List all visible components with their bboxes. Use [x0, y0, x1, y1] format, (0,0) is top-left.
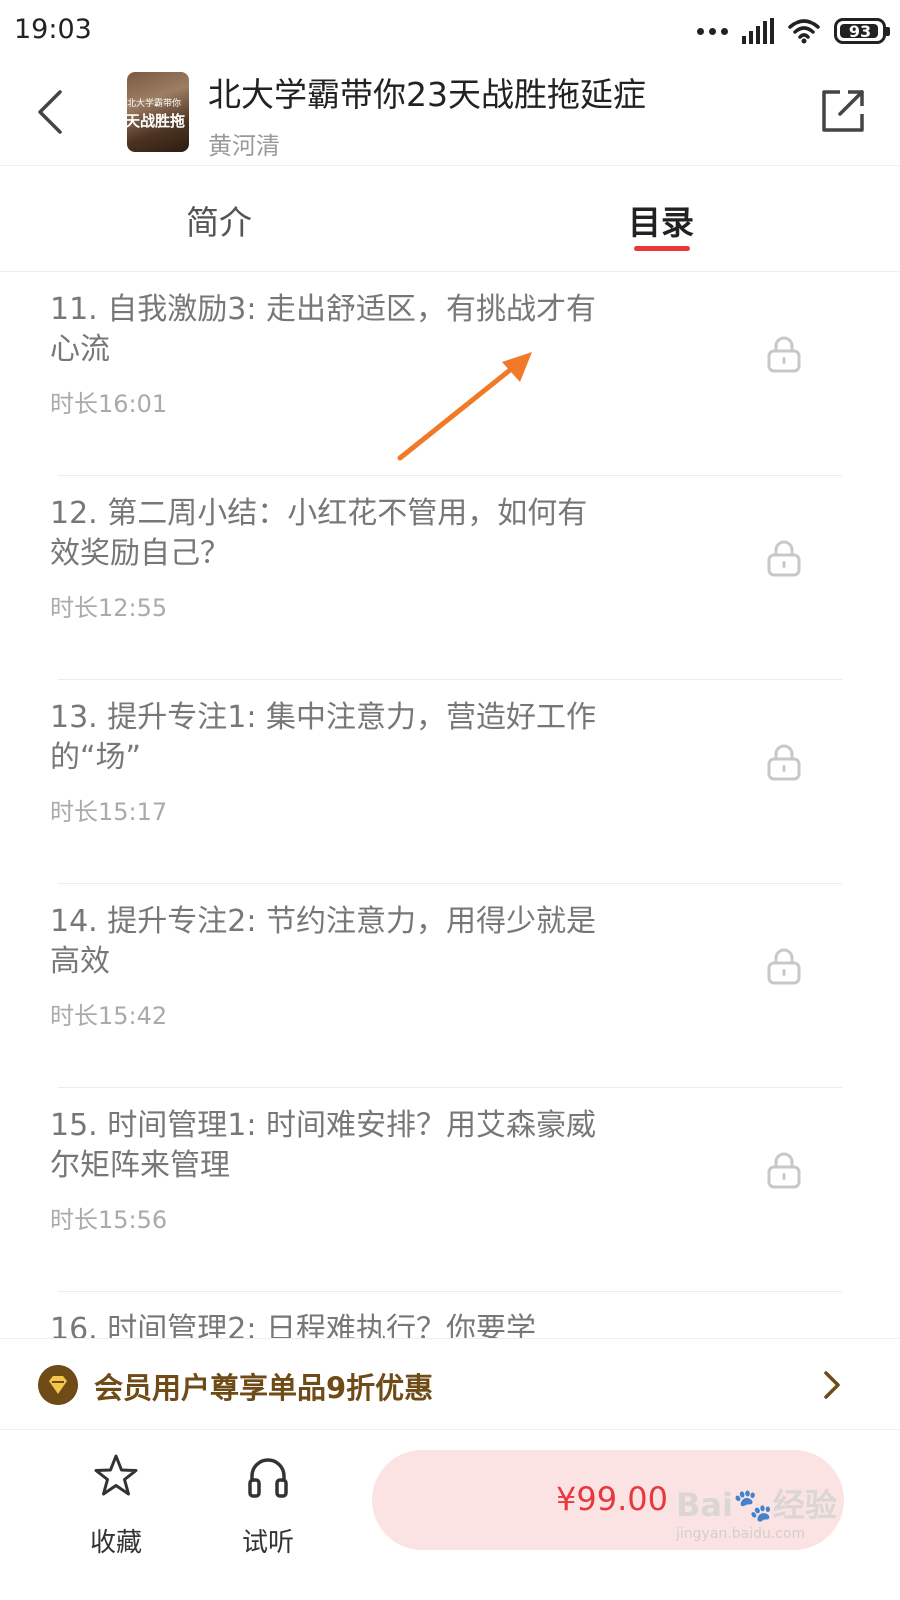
- tab-catalog[interactable]: 目录: [628, 196, 694, 244]
- chapter-title: 16. 时间管理2: 日程难执行？你要学: [50, 1312, 536, 1338]
- chapter-title: 14. 提升专注2: 节约注意力，用得少就是高效: [50, 904, 596, 979]
- author-name[interactable]: 黄河清: [208, 126, 280, 161]
- page-title: 北大学霸带你23天战胜拖延症: [208, 75, 646, 114]
- header: 北大学霸带你 天战胜拖 北大学霸带你23天战胜拖延症 黄河清: [0, 62, 900, 166]
- chapter-duration: 时长15:56: [50, 1206, 168, 1234]
- signal-icon: [742, 18, 774, 44]
- chapter-duration: 时长15:42: [50, 1002, 168, 1030]
- active-tab-indicator: [634, 246, 690, 251]
- listen-label: 试听: [241, 1528, 294, 1558]
- chapter-item[interactable]: 12. 第二周小结：小红花不管用，如何有效奖励自己？ 时长12:55: [0, 476, 900, 680]
- lock-icon: [767, 1152, 801, 1189]
- price-label: ¥99.00: [556, 1480, 668, 1518]
- more-dots-icon: [697, 27, 728, 35]
- collect-label: 收藏: [89, 1528, 142, 1558]
- chapter-duration: 时长15:17: [50, 798, 168, 826]
- collect-button[interactable]: 收藏: [66, 1452, 166, 1562]
- lock-icon: [767, 948, 801, 985]
- watermark-url: jingyan.baidu.com: [676, 1526, 806, 1542]
- status-time: 19:03: [14, 14, 92, 45]
- wifi-icon: [788, 19, 820, 44]
- cover-text-top: 北大学霸带你: [127, 99, 182, 109]
- chapter-duration: 时长16:01: [50, 390, 168, 418]
- star-icon: [94, 1454, 138, 1496]
- annotation-arrow-icon: [397, 352, 532, 461]
- lock-icon: [767, 540, 801, 577]
- chevron-right-icon: [824, 1371, 840, 1399]
- album-cover[interactable]: 北大学霸带你 天战胜拖: [127, 72, 189, 152]
- status-bar: 19:03 93: [0, 0, 900, 62]
- battery-icon: 93: [834, 18, 890, 44]
- battery-level: 93: [848, 21, 872, 41]
- vip-promo-banner[interactable]: 会员用户尊享单品9折优惠: [0, 1338, 900, 1430]
- lock-icon: [767, 336, 801, 373]
- tab-bar: 简介 目录: [0, 166, 900, 272]
- chapter-item[interactable]: 13. 提升专注1: 集中注意力，营造好工作的“场” 时长15:17: [0, 680, 900, 884]
- chapter-item[interactable]: 16. 时间管理2: 日程难执行？你要学: [0, 1292, 900, 1338]
- chapter-duration: 时长12:55: [50, 594, 168, 622]
- promo-text: 会员用户尊享单品9折优惠: [94, 1371, 434, 1405]
- chapter-item[interactable]: 15. 时间管理1: 时间难安排？用艾森豪威尔矩阵来管理 时长15:56: [0, 1088, 900, 1292]
- cover-text-main: 天战胜拖: [127, 112, 186, 130]
- chapter-title: 15. 时间管理1: 时间难安排？用艾森豪威尔矩阵来管理: [50, 1108, 596, 1183]
- headphones-icon: [248, 1458, 288, 1498]
- status-icons: 93: [697, 16, 890, 46]
- chapter-item[interactable]: 14. 提升专注2: 节约注意力，用得少就是高效 时长15:42: [0, 884, 900, 1088]
- back-button[interactable]: [30, 84, 74, 140]
- watermark-logo: Bai🐾经验: [676, 1486, 837, 1524]
- chapter-title: 13. 提升专注1: 集中注意力，营造好工作的“场”: [50, 700, 596, 775]
- share-icon[interactable]: [818, 86, 868, 136]
- trial-listen-button[interactable]: 试听: [218, 1452, 318, 1562]
- lock-icon: [767, 744, 801, 781]
- vip-diamond-icon: [38, 1365, 78, 1405]
- tab-intro[interactable]: 简介: [186, 196, 252, 244]
- chapter-title: 12. 第二周小结：小红花不管用，如何有效奖励自己？: [50, 496, 588, 571]
